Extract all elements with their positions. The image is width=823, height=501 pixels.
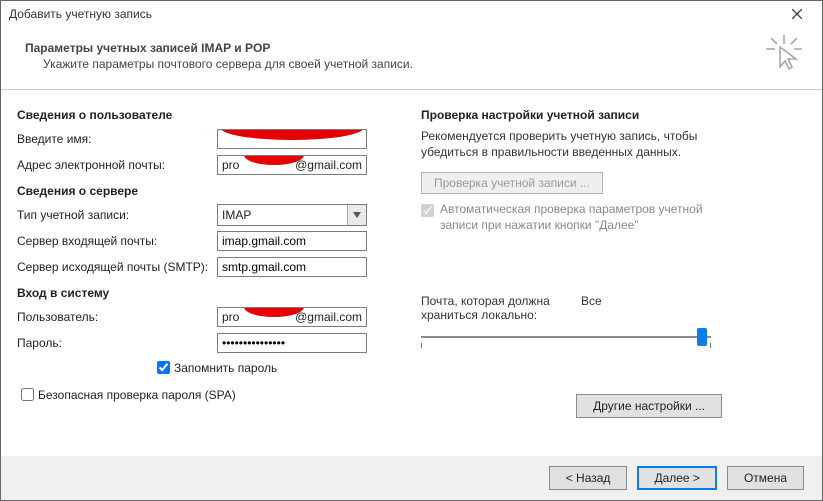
name-label: Введите имя: xyxy=(17,132,217,146)
test-heading: Проверка настройки учетной записи xyxy=(421,108,806,122)
next-button[interactable]: Далее > xyxy=(637,466,717,490)
chevron-down-icon xyxy=(347,205,366,225)
auto-test-label: Автоматическая проверка параметров учетн… xyxy=(440,202,741,233)
slider-labels: Почта, которая должна храниться локально… xyxy=(421,294,806,322)
username-label: Пользователь: xyxy=(17,310,217,324)
right-column: Проверка настройки учетной записи Рекоме… xyxy=(417,100,806,475)
page-title: Параметры учетных записей IMAP и POP xyxy=(25,41,802,55)
username-field[interactable]: pro @gmail.com xyxy=(217,307,367,327)
spa-row: Безопасная проверка пароля (SPA) xyxy=(17,385,417,404)
name-field[interactable] xyxy=(217,129,367,149)
slider-thumb[interactable] xyxy=(697,328,707,346)
auto-test-checkbox[interactable] xyxy=(421,204,434,217)
test-description: Рекомендуется проверить учетную запись, … xyxy=(421,128,741,160)
spa-checkbox[interactable] xyxy=(21,388,34,401)
row-email: Адрес электронной почты: pro @gmail.com xyxy=(17,154,417,176)
body: Сведения о пользователе Введите имя: Адр… xyxy=(1,90,822,475)
slider-left-label: Почта, которая должна храниться локально… xyxy=(421,294,581,322)
back-button[interactable]: < Назад xyxy=(549,466,628,490)
footer: < Назад Далее > Отмена xyxy=(1,456,822,500)
server-info-heading: Сведения о сервере xyxy=(17,184,417,198)
other-settings-row: Другие настройки ... xyxy=(421,394,806,418)
outgoing-server-field[interactable] xyxy=(217,257,367,277)
incoming-label: Сервер входящей почты: xyxy=(17,234,217,248)
account-type-label: Тип учетной записи: xyxy=(17,208,217,222)
cancel-button[interactable]: Отмена xyxy=(727,466,804,490)
slider-line xyxy=(421,336,711,338)
outgoing-label: Сервер исходящей почты (SMTP): xyxy=(17,260,217,274)
test-account-button[interactable]: Проверка учетной записи ... xyxy=(421,172,603,194)
account-type-value: IMAP xyxy=(222,208,251,222)
window-title: Добавить учетную запись xyxy=(9,7,152,21)
username-suffix: @gmail.com xyxy=(295,310,362,324)
incoming-server-field[interactable] xyxy=(217,231,367,251)
row-outgoing-server: Сервер исходящей почты (SMTP): xyxy=(17,256,417,278)
password-field[interactable] xyxy=(217,333,367,353)
email-label: Адрес электронной почты: xyxy=(17,158,217,172)
spa-label: Безопасная проверка пароля (SPA) xyxy=(38,388,236,402)
titlebar: Добавить учетную запись xyxy=(1,1,822,27)
other-settings-button[interactable]: Другие настройки ... xyxy=(576,394,722,418)
retention-slider[interactable] xyxy=(421,326,711,350)
remember-password-row: Запомнить пароль xyxy=(153,358,417,377)
remember-password-checkbox[interactable] xyxy=(157,361,170,374)
email-field[interactable]: pro @gmail.com xyxy=(217,155,367,175)
password-label: Пароль: xyxy=(17,336,217,350)
slider-right-label: Все xyxy=(581,294,602,322)
page-subtitle: Укажите параметры почтового сервера для … xyxy=(25,57,802,71)
row-incoming-server: Сервер входящей почты: xyxy=(17,230,417,252)
account-type-select[interactable]: IMAP xyxy=(217,204,367,226)
mail-retention-block: Почта, которая должна храниться локально… xyxy=(421,294,806,350)
username-prefix: pro xyxy=(222,310,239,324)
close-button[interactable] xyxy=(778,3,816,25)
row-password: Пароль: xyxy=(17,332,417,354)
row-username: Пользователь: pro @gmail.com xyxy=(17,306,417,328)
intro-panel: Параметры учетных записей IMAP и POP Ука… xyxy=(1,27,822,90)
email-suffix: @gmail.com xyxy=(295,158,362,172)
email-prefix: pro xyxy=(222,158,239,172)
row-account-type: Тип учетной записи: IMAP xyxy=(17,204,417,226)
user-info-heading: Сведения о пользователе xyxy=(17,108,417,122)
login-heading: Вход в систему xyxy=(17,286,417,300)
close-icon xyxy=(792,9,802,19)
row-name: Введите имя: xyxy=(17,128,417,150)
auto-test-row: Автоматическая проверка параметров учетн… xyxy=(421,202,741,233)
left-column: Сведения о пользователе Введите имя: Адр… xyxy=(17,100,417,475)
dialog-window: Добавить учетную запись Параметры учетны… xyxy=(0,0,823,501)
wizard-cursor-icon xyxy=(766,35,802,71)
remember-password-label: Запомнить пароль xyxy=(174,361,277,375)
slider-tick xyxy=(421,343,422,348)
slider-tick xyxy=(710,343,711,348)
